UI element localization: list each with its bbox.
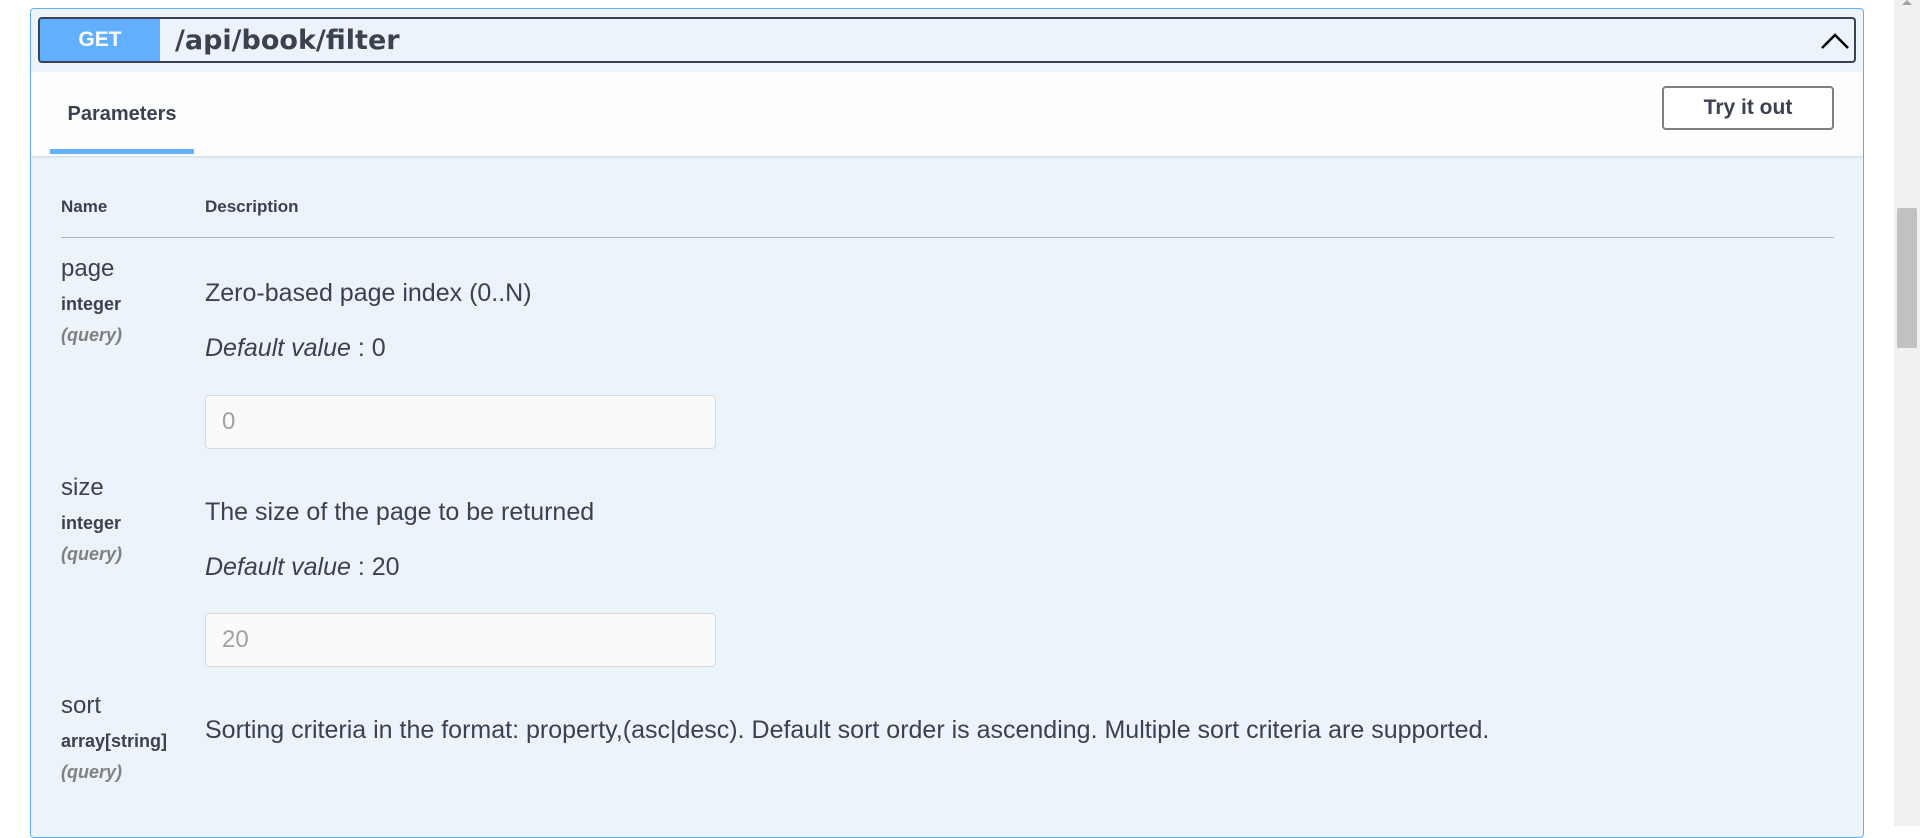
default-value: 20	[371, 553, 400, 581]
default-label: Default value	[205, 553, 351, 581]
param-description: Zero-based page index (0..N)	[205, 279, 532, 307]
param-description: The size of the page to be returned	[205, 498, 595, 526]
param-location: (query)	[61, 325, 123, 345]
vertical-scrollbar[interactable]	[1894, 0, 1920, 826]
scrollbar-thumb[interactable]	[1897, 208, 1917, 348]
tab-parameters[interactable]: Parameters	[50, 72, 194, 156]
default-value: 0	[371, 334, 386, 362]
param-description: Sorting criteria in the format: property…	[205, 716, 1490, 744]
size-input[interactable]	[205, 613, 716, 667]
param-type: integer	[61, 513, 122, 533]
endpoint-path: /api/book/filter	[175, 24, 400, 56]
table-header-divider	[61, 237, 1834, 238]
description-column-header: Description	[205, 197, 299, 216]
name-column-header: Name	[61, 197, 108, 216]
param-name: sort	[61, 692, 102, 719]
tab-active-indicator	[50, 149, 194, 154]
parameters-section-header: Parameters Try it out	[31, 72, 1863, 156]
param-default: Default value : 20	[205, 553, 400, 582]
default-label: Default value	[205, 334, 351, 362]
default-separator: :	[350, 553, 372, 581]
scroll-up-arrow-icon[interactable]	[1902, 0, 1912, 5]
param-name: size	[61, 474, 104, 501]
default-separator: :	[350, 334, 372, 362]
param-default: Default value : 0	[205, 334, 386, 363]
param-location: (query)	[61, 762, 123, 782]
param-type: integer	[61, 294, 122, 314]
chevron-up-icon[interactable]	[1818, 25, 1852, 55]
param-location: (query)	[61, 544, 123, 564]
param-type: array[string]	[61, 731, 168, 751]
page-input[interactable]	[205, 395, 716, 449]
param-name: page	[61, 255, 115, 282]
try-it-out-button[interactable]: Try it out	[1662, 86, 1834, 130]
opblock-summary[interactable]: GET /api/book/filter	[38, 17, 1856, 63]
http-method-badge: GET	[40, 19, 160, 61]
